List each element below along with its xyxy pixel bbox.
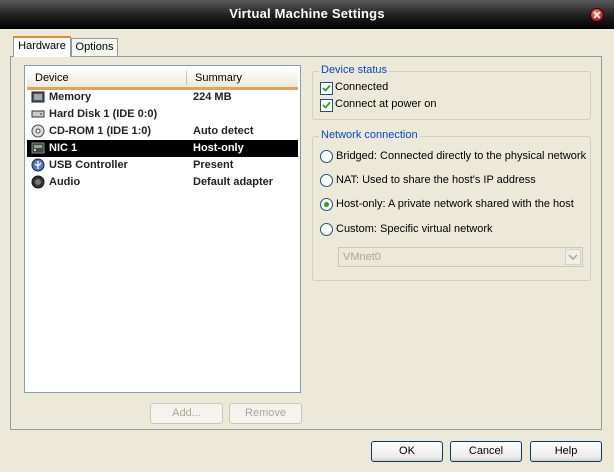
checkmark-icon — [322, 84, 331, 92]
device-status-legend: Device status — [319, 64, 390, 76]
memory-icon — [31, 91, 45, 103]
custom-label[interactable]: Custom: Specific virtual network — [336, 223, 493, 235]
cdrom-icon — [31, 124, 45, 138]
device-name: Audio — [49, 176, 81, 188]
device-name: CD-ROM 1 (IDE 1:0) — [49, 125, 152, 137]
host-only-label[interactable]: Host-only: A private network shared with… — [336, 198, 574, 210]
device-summary: 224 MB — [193, 91, 232, 103]
window-title: Virtual Machine Settings — [229, 6, 385, 21]
usb-icon — [31, 158, 45, 172]
device-name: Hard Disk 1 (IDE 0:0) — [49, 108, 158, 120]
network-icon — [31, 142, 45, 154]
close-button[interactable] — [590, 8, 604, 22]
connected-label[interactable]: Connected — [335, 81, 388, 93]
device-row-hard-disk[interactable]: Hard Disk 1 (IDE 0:0) — [27, 106, 298, 123]
radio-selected-dot — [324, 202, 329, 207]
tab-options[interactable]: Options — [71, 38, 118, 56]
device-name: Memory — [49, 91, 92, 103]
ok-button[interactable]: OK — [371, 441, 443, 462]
column-header-device[interactable]: Device — [35, 72, 69, 84]
device-row-nic[interactable]: NIC 1 Host-only — [27, 140, 298, 157]
bridged-radio[interactable] — [320, 150, 333, 163]
add-button[interactable]: Add... — [150, 403, 223, 424]
cancel-button-label: Cancel — [468, 445, 504, 457]
device-summary: Auto detect — [193, 125, 254, 137]
device-summary: Present — [193, 159, 234, 171]
tab-options-label: Options — [75, 41, 114, 53]
device-row-memory[interactable]: Memory 224 MB — [27, 89, 298, 106]
device-name: NIC 1 — [49, 142, 78, 154]
nat-radio[interactable] — [320, 174, 333, 187]
title-bar[interactable]: Virtual Machine Settings — [0, 0, 614, 29]
remove-button[interactable]: Remove — [229, 403, 302, 424]
list-header: Device Summary — [27, 68, 298, 90]
connect-at-power-on-label[interactable]: Connect at power on — [335, 98, 437, 110]
connect-at-power-on-checkbox[interactable] — [320, 99, 333, 112]
device-status-group: Device status — [312, 64, 591, 120]
cancel-button[interactable]: Cancel — [450, 441, 522, 462]
tab-hardware-label: Hardware — [18, 40, 66, 52]
remove-button-label: Remove — [245, 407, 286, 419]
device-row-cdrom[interactable]: CD-ROM 1 (IDE 1:0) Auto detect — [27, 123, 298, 140]
device-row-audio[interactable]: Audio Default adapter — [27, 174, 298, 191]
audio-icon — [31, 175, 45, 189]
bridged-label[interactable]: Bridged: Connected directly to the physi… — [336, 150, 586, 162]
hard-disk-icon — [31, 110, 45, 118]
connected-checkbox[interactable] — [320, 82, 333, 95]
settings-window: Virtual Machine Settings Hardware Option… — [0, 0, 614, 472]
add-button-label: Add... — [172, 407, 201, 419]
device-row-usb[interactable]: USB Controller Present — [27, 157, 298, 174]
custom-network-select[interactable]: VMnet0 — [338, 247, 583, 267]
column-divider[interactable] — [186, 71, 187, 85]
tab-hardware[interactable]: Hardware — [13, 36, 71, 57]
ok-button-label: OK — [399, 445, 415, 457]
nat-label[interactable]: NAT: Used to share the host's IP address — [336, 174, 536, 186]
custom-radio[interactable] — [320, 223, 333, 236]
help-button-label: Help — [554, 445, 578, 457]
close-icon — [593, 11, 601, 19]
custom-network-value: VMnet0 — [343, 251, 381, 263]
chevron-down-icon — [568, 254, 578, 261]
host-only-radio[interactable] — [320, 198, 333, 211]
device-summary: Host-only — [193, 142, 244, 154]
device-list[interactable]: Device Summary Memory 224 MB Hard Disk 1… — [24, 65, 301, 393]
device-summary: Default adapter — [193, 176, 274, 188]
device-name: USB Controller — [49, 159, 128, 171]
column-header-summary[interactable]: Summary — [195, 72, 242, 84]
checkmark-icon — [322, 101, 331, 109]
help-button[interactable]: Help — [530, 441, 602, 462]
dropdown-button[interactable] — [565, 249, 581, 265]
network-connection-legend: Network connection — [319, 129, 420, 141]
